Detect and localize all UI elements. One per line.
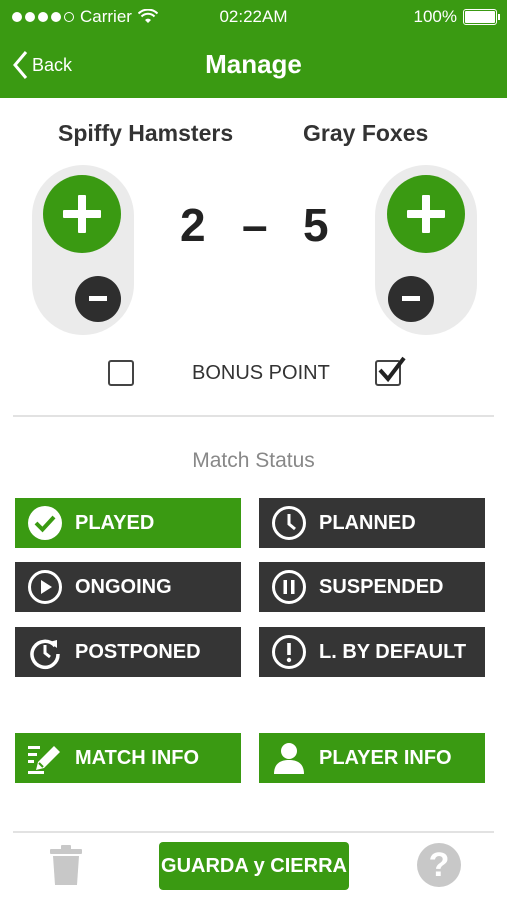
play-circle-icon [28, 570, 62, 604]
away-decrement-button[interactable] [388, 276, 434, 322]
status-postponed-button[interactable]: POSTPONED [15, 627, 241, 677]
user-icon [274, 743, 304, 774]
status-suspended-label: SUSPENDED [319, 575, 444, 598]
home-team-name: Spiffy Hamsters [58, 120, 234, 146]
away-team-name: Gray Foxes [303, 120, 429, 146]
check-circle-icon [28, 506, 62, 540]
navigation-bar: Back Manage [0, 34, 507, 98]
status-ongoing-label: ONGOING [75, 575, 172, 598]
edit-icon [28, 746, 60, 774]
status-suspended-button[interactable]: SUSPENDED [259, 562, 485, 612]
status-lost-by-default-label: L. BY DEFAULT [319, 640, 467, 663]
home-increment-button[interactable] [43, 175, 121, 253]
match-info-button[interactable]: MATCH INFO [15, 733, 241, 783]
divider [13, 415, 494, 417]
footer-divider [13, 831, 494, 833]
status-lost-by-default-button[interactable]: L. BY DEFAULT [259, 627, 485, 677]
player-info-button[interactable]: PLAYER INFO [259, 733, 485, 783]
exclamation-circle-icon [272, 635, 306, 669]
battery-icon [463, 9, 500, 25]
pause-circle-icon [272, 570, 306, 604]
help-button[interactable]: ? [417, 843, 461, 887]
player-info-label: PLAYER INFO [319, 746, 452, 769]
status-played-button[interactable]: PLAYED [15, 498, 241, 548]
battery-percent: 100% [413, 7, 457, 26]
home-bonus-checkbox[interactable] [108, 360, 134, 386]
status-planned-button[interactable]: PLANNED [259, 498, 485, 548]
battery-info: 100% [413, 7, 500, 27]
home-score: 2 [180, 199, 206, 251]
help-icon: ? [428, 845, 450, 884]
checkmark-icon [378, 356, 406, 383]
status-planned-label: PLANNED [319, 511, 416, 534]
save-and-close-button[interactable]: GUARDA y CIERRA [159, 842, 349, 890]
top-bar: Carrier 02:22AM 100% Back Manage [0, 0, 507, 98]
trash-icon [50, 845, 82, 885]
home-decrement-button[interactable] [75, 276, 121, 322]
status-postponed-label: POSTPONED [75, 640, 201, 663]
bonus-point-label: BONUS POINT [192, 362, 330, 384]
score-separator: – [242, 199, 268, 251]
status-bar: Carrier 02:22AM 100% [0, 0, 507, 34]
match-status-title: Match Status [192, 449, 315, 472]
delete-button[interactable] [50, 845, 82, 890]
away-increment-button[interactable] [387, 175, 465, 253]
postpone-icon [30, 639, 60, 670]
away-score: 5 [303, 199, 329, 251]
match-info-label: MATCH INFO [75, 746, 200, 769]
clock-icon [272, 506, 306, 540]
away-bonus-checkbox[interactable] [375, 356, 406, 386]
page-title: Manage [205, 49, 302, 79]
status-ongoing-button[interactable]: ONGOING [15, 562, 241, 612]
status-played-label: PLAYED [75, 511, 155, 534]
